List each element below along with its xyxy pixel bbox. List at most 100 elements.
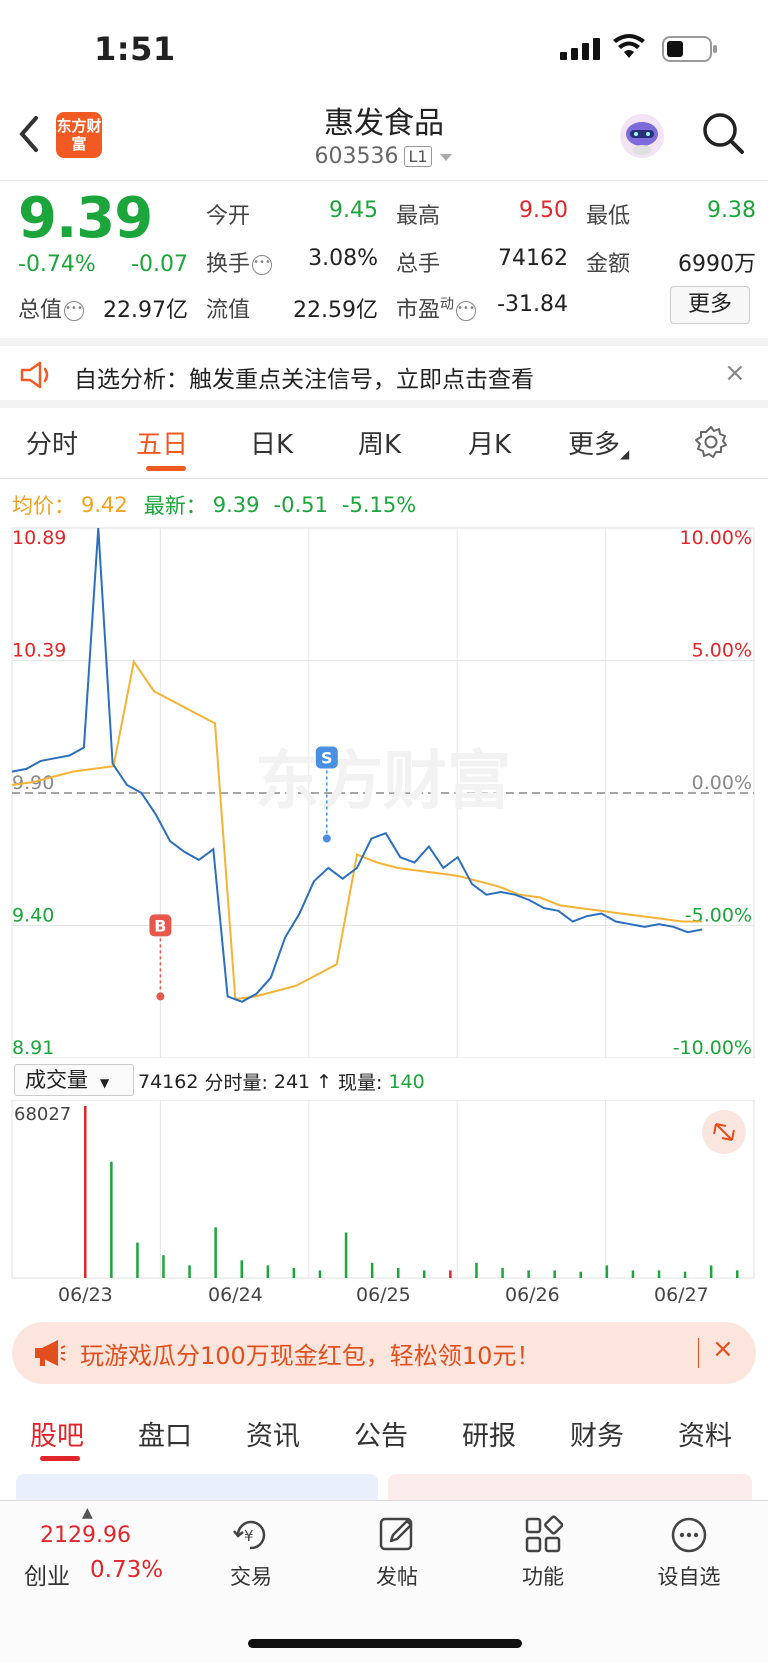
price-info-row: 均价： 9.42 最新： 9.39 -0.51 -5.15% (12, 490, 416, 520)
volume-bar (110, 1161, 113, 1278)
open-label: 今开 (206, 204, 251, 229)
minute-volume-value: 241 (273, 1070, 311, 1093)
avg-price-label: 均价： (12, 494, 75, 518)
tab-announcements[interactable]: 公告 (354, 1414, 408, 1453)
caret-down-icon (439, 153, 452, 161)
volume-bar (553, 1270, 556, 1278)
current-volume-value: 140 (388, 1070, 425, 1093)
header-divider (0, 180, 768, 181)
tab-profile[interactable]: 资料 (678, 1414, 732, 1453)
close-icon[interactable]: × (724, 358, 746, 388)
wifi-icon (612, 34, 646, 64)
tab-guba[interactable]: 股吧 (30, 1414, 84, 1453)
float-cap-label: 流值 (206, 298, 251, 323)
tab-order-book[interactable]: 盘口 (138, 1414, 192, 1453)
open-value: 9.45 (329, 198, 378, 223)
promo-divider (698, 1338, 699, 1368)
total-volume: 74162 (138, 1070, 199, 1093)
nav-trade[interactable]: ¥ 交易 (196, 1515, 306, 1591)
battery-icon (662, 36, 718, 66)
more-button[interactable]: 更多 (670, 286, 750, 324)
tab-research[interactable]: 研报 (462, 1414, 516, 1453)
price-chart[interactable]: 10.89 10.00%10.39 5.00%9.90 0.00%9.40 -5.00%… (0, 518, 768, 1058)
volume-chart[interactable]: 68027 (0, 1100, 768, 1280)
volume-bar (136, 1242, 139, 1278)
notice-bar[interactable]: 自选分析：触发重点关注信号，立即点击查看 × (0, 338, 768, 408)
stock-code: 603536 (314, 144, 399, 169)
nav-functions[interactable]: 功能 (488, 1515, 598, 1591)
arrow-up-icon: ↑ (316, 1070, 333, 1093)
latest-change: -0.51 (273, 493, 328, 517)
volume-selector[interactable]: 成交量 ▼ (14, 1064, 134, 1096)
volume-bar (449, 1270, 452, 1278)
tab-monthly-k[interactable]: 月K (468, 424, 511, 461)
volume-bar (657, 1270, 661, 1278)
volume-bar (188, 1265, 191, 1278)
volume-value: 74162 (498, 246, 568, 271)
nav-add-watchlist[interactable]: 设自选 (634, 1515, 744, 1591)
trade-icon: ¥ (233, 1520, 266, 1550)
high-label: 最高 (396, 204, 441, 229)
pe-value: -31.84 (497, 292, 568, 317)
y-tick-label-left: 9.40 (12, 905, 54, 927)
turnover-value: 3.08% (308, 246, 378, 271)
volume-bar (318, 1270, 322, 1278)
trade-marker-dot (156, 992, 165, 1001)
tab-news[interactable]: 资讯 (246, 1414, 300, 1453)
megaphone-icon (32, 1338, 66, 1372)
promo-banner[interactable]: 玩游戏瓜分100万现金红包，轻松领10元！ × (12, 1322, 756, 1384)
tab-five-day[interactable]: 五日 (136, 424, 188, 461)
tab-intraday[interactable]: 分时 (26, 424, 78, 461)
change-amount: -0.07 (131, 252, 188, 277)
volume-max-tick: 68027 (14, 1104, 71, 1125)
tab-weekly-k[interactable]: 周K (358, 424, 401, 461)
y-tick-label-right: -5.00% (685, 905, 752, 927)
caret-down-icon: ▼ (100, 1076, 110, 1090)
latest-label: 最新： (143, 494, 207, 518)
index-change[interactable]: 0.73% (90, 1557, 163, 1583)
gear-icon[interactable] (693, 424, 729, 464)
date-label: 06/26 (505, 1284, 560, 1306)
y-tick-label-right: -10.00% (673, 1037, 752, 1058)
volume-bar (579, 1271, 582, 1278)
index-value[interactable]: 2129.96 (40, 1523, 131, 1548)
caret-up-icon[interactable]: ▲ (82, 1505, 93, 1521)
tab-underline (40, 1456, 80, 1461)
robot-avatar-icon[interactable] (616, 110, 668, 162)
turnover-label[interactable]: 换手 ••• (206, 246, 273, 278)
close-icon[interactable]: × (712, 1334, 734, 1364)
edit-icon (379, 1517, 413, 1551)
y-tick-label-right: 10.00% (680, 527, 752, 549)
date-label: 06/24 (208, 1284, 263, 1306)
pe-label[interactable]: 市盈动 ••• (396, 292, 477, 324)
volume-bar (631, 1270, 635, 1278)
current-volume-label: 现量: (338, 1072, 383, 1094)
volume-info-row: 74162 分时量: 241 ↑ 现量: 140 (138, 1068, 425, 1095)
market-cap-value: 22.97亿 (103, 298, 188, 323)
search-button[interactable] (700, 110, 750, 160)
tab-daily-k[interactable]: 日K (250, 424, 293, 461)
watermark: 东方财富 (255, 745, 511, 819)
tab-divider (0, 478, 768, 479)
nav-post[interactable]: 发帖 (342, 1515, 452, 1591)
info-dots-icon: ••• (252, 255, 273, 275)
caret-icon: ◢ (620, 447, 630, 461)
volume-bar (370, 1262, 374, 1278)
y-tick-label-right: 0.00% (692, 772, 752, 794)
home-indicator (248, 1639, 522, 1648)
volume-bar (475, 1262, 478, 1278)
volume-bar (605, 1265, 609, 1278)
trade-marker-dot (322, 834, 331, 843)
volume-bar (266, 1265, 270, 1278)
tab-finance[interactable]: 财务 (570, 1414, 624, 1453)
volume-bar (527, 1270, 530, 1278)
y-tick-label-left: 10.89 (12, 527, 66, 549)
last-price: 9.39 (18, 186, 153, 251)
index-name[interactable]: 创业 (24, 1557, 70, 1591)
trade-marker-label: B (154, 916, 166, 935)
latest-percent: -5.15% (341, 493, 417, 517)
tab-more[interactable]: 更多◢ (568, 424, 629, 461)
avg-price-line (11, 659, 703, 1001)
high-value: 9.50 (519, 198, 568, 223)
market-cap-label[interactable]: 总值 ••• (18, 292, 85, 324)
